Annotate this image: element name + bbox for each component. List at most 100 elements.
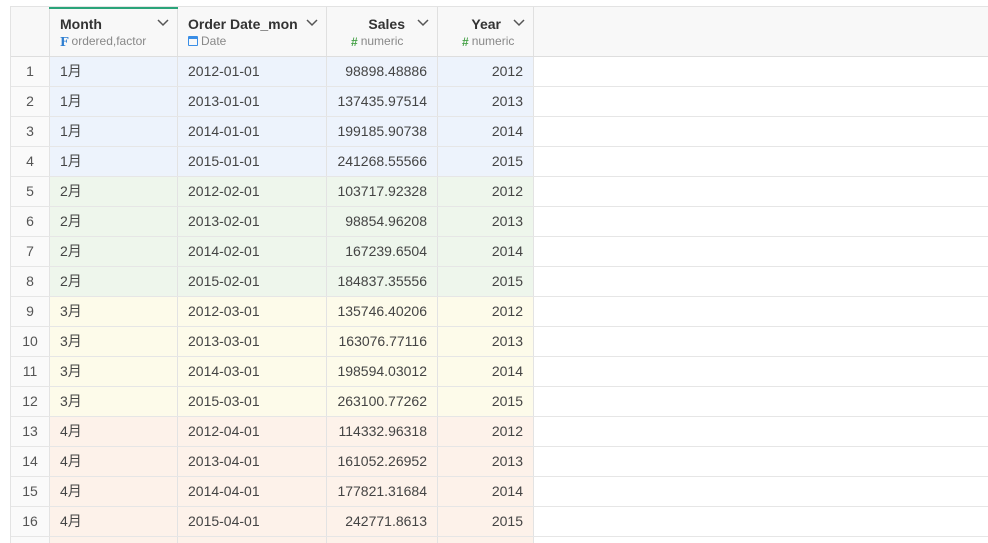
sales-cell[interactable]: 135746.40206	[327, 297, 438, 326]
month-cell[interactable]: 2月	[50, 267, 178, 296]
order-date-cell[interactable]: 2014-04-01	[178, 477, 327, 506]
order-date-cell[interactable]: 2012-02-01	[178, 177, 327, 206]
row-index-cell[interactable]: 2	[11, 87, 50, 116]
sales-cell[interactable]: 114332.96318	[327, 417, 438, 446]
column-header-year[interactable]: Year # numeric	[438, 7, 534, 56]
year-cell[interactable]: 2015	[438, 267, 534, 296]
month-cell[interactable]: 2月	[50, 207, 178, 236]
order-date-cell[interactable]: 2015-02-01	[178, 267, 327, 296]
table-row[interactable]: 10 3月 2013-03-01 163076.77116 2013	[11, 327, 988, 357]
table-row[interactable]: 7 2月 2014-02-01 167239.6504 2014	[11, 237, 988, 267]
order-date-cell[interactable]: 2013-01-01	[178, 87, 327, 116]
sales-cell[interactable]: 198594.03012	[327, 357, 438, 386]
sales-cell[interactable]: 137435.97514	[327, 87, 438, 116]
order-date-cell[interactable]: 2015-03-01	[178, 387, 327, 416]
row-index-cell[interactable]: 3	[11, 117, 50, 146]
month-cell[interactable]: 3月	[50, 357, 178, 386]
column-header-sales[interactable]: Sales # numeric	[327, 7, 438, 56]
order-date-cell[interactable]: 2012-03-01	[178, 297, 327, 326]
month-cell[interactable]: 1月	[50, 147, 178, 176]
year-cell[interactable]: 2015	[438, 147, 534, 176]
table-row[interactable]: 1 1月 2012-01-01 98898.48886 2012	[11, 57, 988, 87]
table-row[interactable]: 16 4月 2015-04-01 242771.8613 2015	[11, 507, 988, 537]
year-cell[interactable]: 2014	[438, 477, 534, 506]
sales-cell[interactable]: 263100.77262	[327, 387, 438, 416]
year-cell[interactable]: 2015	[438, 507, 534, 536]
order-date-cell[interactable]: 2013-02-01	[178, 207, 327, 236]
month-cell[interactable]: 4月	[50, 507, 178, 536]
row-index-cell[interactable]: 15	[11, 477, 50, 506]
order-date-cell[interactable]: 2012-01-01	[178, 57, 327, 86]
table-row[interactable]: 11 3月 2014-03-01 198594.03012 2014	[11, 357, 988, 387]
sales-cell[interactable]: 98854.96208	[327, 207, 438, 236]
month-cell[interactable]: 2月	[50, 177, 178, 206]
table-row[interactable]: 9 3月 2012-03-01 135746.40206 2012	[11, 297, 988, 327]
row-index-cell[interactable]: 5	[11, 177, 50, 206]
month-cell[interactable]: 3月	[50, 297, 178, 326]
table-row[interactable]: 13 4月 2012-04-01 114332.96318 2012	[11, 417, 988, 447]
year-cell[interactable]: 2015	[438, 387, 534, 416]
year-cell[interactable]: 2012	[438, 417, 534, 446]
sales-cell[interactable]: 184837.35556	[327, 267, 438, 296]
row-index-cell[interactable]: 8	[11, 267, 50, 296]
sales-cell[interactable]: 103717.92328	[327, 177, 438, 206]
sales-cell[interactable]: 167239.6504	[327, 237, 438, 266]
table-row[interactable]	[11, 537, 988, 543]
table-row[interactable]: 12 3月 2015-03-01 263100.77262 2015	[11, 387, 988, 417]
table-row[interactable]: 8 2月 2015-02-01 184837.35556 2015	[11, 267, 988, 297]
row-index-cell[interactable]: 9	[11, 297, 50, 326]
chevron-down-icon[interactable]	[417, 18, 429, 28]
year-cell[interactable]: 2013	[438, 447, 534, 476]
table-row[interactable]: 6 2月 2013-02-01 98854.96208 2013	[11, 207, 988, 237]
month-cell[interactable]: 2月	[50, 237, 178, 266]
year-cell[interactable]: 2014	[438, 237, 534, 266]
order-date-cell[interactable]: 2014-02-01	[178, 237, 327, 266]
table-row[interactable]: 14 4月 2013-04-01 161052.26952 2013	[11, 447, 988, 477]
chevron-down-icon[interactable]	[306, 18, 318, 28]
year-cell[interactable]: 2013	[438, 327, 534, 356]
row-index-cell[interactable]: 6	[11, 207, 50, 236]
year-cell[interactable]: 2013	[438, 207, 534, 236]
year-cell[interactable]: 2014	[438, 357, 534, 386]
year-cell[interactable]: 2012	[438, 57, 534, 86]
column-header-month[interactable]: Month Fordered,factor	[49, 7, 178, 56]
sales-cell[interactable]: 98898.48886	[327, 57, 438, 86]
row-index-cell[interactable]: 4	[11, 147, 50, 176]
order-date-cell[interactable]: 2013-04-01	[178, 447, 327, 476]
year-cell[interactable]: 2014	[438, 117, 534, 146]
order-date-cell[interactable]: 2014-01-01	[178, 117, 327, 146]
row-index-cell[interactable]: 10	[11, 327, 50, 356]
table-row[interactable]: 3 1月 2014-01-01 199185.90738 2014	[11, 117, 988, 147]
sales-cell[interactable]: 241268.55566	[327, 147, 438, 176]
sales-cell[interactable]: 199185.90738	[327, 117, 438, 146]
sales-cell[interactable]: 163076.77116	[327, 327, 438, 356]
row-index-cell[interactable]: 16	[11, 507, 50, 536]
order-date-cell[interactable]: 2015-04-01	[178, 507, 327, 536]
month-cell[interactable]: 4月	[50, 447, 178, 476]
row-index-cell[interactable]: 1	[11, 57, 50, 86]
month-cell[interactable]: 4月	[50, 417, 178, 446]
month-cell[interactable]: 1月	[50, 87, 178, 116]
order-date-cell[interactable]: 2012-04-01	[178, 417, 327, 446]
year-cell[interactable]: 2013	[438, 87, 534, 116]
sales-cell[interactable]: 177821.31684	[327, 477, 438, 506]
month-cell[interactable]: 4月	[50, 477, 178, 506]
chevron-down-icon[interactable]	[157, 18, 169, 28]
row-index-cell[interactable]: 12	[11, 387, 50, 416]
sales-cell[interactable]: 242771.8613	[327, 507, 438, 536]
month-cell[interactable]: 1月	[50, 57, 178, 86]
year-cell[interactable]: 2012	[438, 297, 534, 326]
order-date-cell[interactable]: 2014-03-01	[178, 357, 327, 386]
table-row[interactable]: 15 4月 2014-04-01 177821.31684 2014	[11, 477, 988, 507]
sales-cell[interactable]: 161052.26952	[327, 447, 438, 476]
order-date-cell[interactable]: 2013-03-01	[178, 327, 327, 356]
row-index-cell[interactable]: 14	[11, 447, 50, 476]
year-cell[interactable]: 2012	[438, 177, 534, 206]
month-cell[interactable]: 1月	[50, 117, 178, 146]
column-header-order-date-mon[interactable]: Order Date_mon Date	[178, 7, 327, 56]
chevron-down-icon[interactable]	[513, 18, 525, 28]
table-row[interactable]: 4 1月 2015-01-01 241268.55566 2015	[11, 147, 988, 177]
month-cell[interactable]: 3月	[50, 327, 178, 356]
order-date-cell[interactable]: 2015-01-01	[178, 147, 327, 176]
row-index-cell[interactable]: 11	[11, 357, 50, 386]
